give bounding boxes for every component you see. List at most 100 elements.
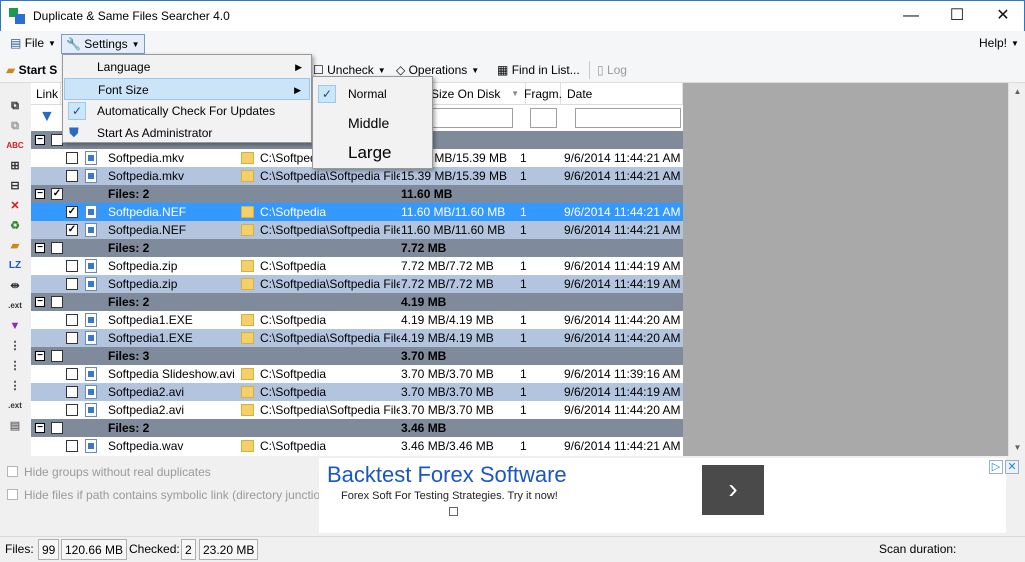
file-date: 9/6/2014 11:44:21 AM [564, 205, 681, 219]
split-icon[interactable]: ⇹ [6, 277, 24, 295]
date-filter-input[interactable] [575, 108, 681, 128]
ad-title[interactable]: Backtest Forex Software [327, 462, 567, 488]
group-checkbox[interactable] [51, 350, 63, 362]
column-icon[interactable]: ⋮ [6, 337, 24, 355]
move-folder-icon[interactable]: ▰ [6, 237, 24, 255]
scroll-up-icon[interactable]: ▲ [1009, 83, 1025, 100]
fragm-filter-input[interactable] [530, 108, 557, 128]
find-in-list-button[interactable]: ▦ Find in List... [497, 61, 580, 79]
col-fragm-header[interactable]: Fragm. [519, 83, 562, 105]
file-row[interactable]: ✓ Softpedia.NEF C:\Softpedia 11.60 MB/11.60… [31, 203, 683, 221]
size-filter-input[interactable] [431, 108, 513, 128]
file-path: C:\Softpedia [260, 313, 327, 327]
file-checkbox[interactable] [66, 260, 78, 272]
column2-icon[interactable]: ⋮ [6, 357, 24, 375]
file-row[interactable]: Softpedia.wav C:\Softpedia 3.46 MB/3.46 MB… [31, 437, 683, 455]
column3-icon[interactable]: ⋮ [6, 377, 24, 395]
ad-content[interactable]: Backtest Forex Software Forex Soft For T… [319, 458, 1006, 533]
folder-icon [241, 386, 254, 398]
menu-settings[interactable]: 🔧 Settings ▼ [61, 34, 145, 54]
font-size-large[interactable]: Large [314, 138, 431, 168]
group-row[interactable]: − Files: 2 3.46 MB [31, 419, 683, 437]
file-row[interactable]: Softpedia.zip C:\Softpedia\Softpedia File… [31, 275, 683, 293]
group-checkbox[interactable]: ✓ [51, 188, 63, 200]
file-checkbox[interactable] [66, 170, 78, 182]
file-size: 15.39 MB/15.39 MB [401, 169, 508, 183]
collapse-icon[interactable]: − [35, 243, 45, 253]
menu-auto-check-updates[interactable]: ✓ Automatically Check For Updates [64, 100, 310, 122]
file-row[interactable]: Softpedia1.EXE C:\Softpedia\Softpedia Fil… [31, 329, 683, 347]
export-icon[interactable]: ▤ [6, 417, 24, 435]
collapse-icon[interactable]: − [35, 189, 45, 199]
file-row[interactable]: Softpedia1.EXE C:\Softpedia 4.19 MB/4.19 M… [31, 311, 683, 329]
file-checkbox[interactable] [66, 278, 78, 290]
close-button[interactable]: ✕ [980, 1, 1025, 31]
menu-help[interactable]: Help! ▼ [975, 34, 1023, 54]
group-checkbox[interactable] [51, 296, 63, 308]
copy-icon[interactable]: ⧉ [6, 97, 24, 115]
file-checkbox[interactable] [66, 368, 78, 380]
submenu-arrow-icon: ▶ [295, 62, 302, 72]
ext2-icon[interactable]: .ext [6, 397, 24, 415]
group-row[interactable]: − Files: 2 7.72 MB [31, 239, 683, 257]
hide-symlink-option[interactable]: Hide files if path contains symbolic lin… [7, 488, 331, 504]
font-size-normal[interactable]: ✓ Normal [314, 80, 431, 108]
file-row[interactable]: Softpedia.mkv C:\Softpedia\Softpedia File… [31, 167, 683, 185]
delete-icon[interactable]: ✕ [6, 197, 24, 215]
group-row[interactable]: − ✓ Files: 2 11.60 MB [31, 185, 683, 203]
ad-arrow-button[interactable]: › [702, 465, 764, 515]
recycle-icon[interactable]: ♻ [6, 217, 24, 235]
file-row[interactable]: Softpedia2.avi C:\Softpedia 3.70 MB/3.70 M… [31, 383, 683, 401]
menu-start-as-admin[interactable]: ⛊ Start As Administrator [64, 122, 310, 144]
menu-file[interactable]: ▤ File ▼ [6, 34, 60, 54]
file-row[interactable]: Softpedia Slideshow.avi C:\Softpedia 3.70 … [31, 365, 683, 383]
filter-funnel-icon[interactable]: ▼ [39, 108, 55, 126]
hide-symlink-checkbox[interactable] [7, 489, 18, 500]
copy-disabled-icon[interactable]: ⧉ [6, 117, 24, 135]
file-checkbox[interactable]: ✓ [66, 224, 78, 236]
file-row[interactable]: ✓ Softpedia.NEF C:\Softpedia\Softpedia Fil… [31, 221, 683, 239]
hide-groups-checkbox[interactable] [7, 466, 18, 477]
compare-icon[interactable]: ⊞ [6, 157, 24, 175]
file-checkbox[interactable] [66, 440, 78, 452]
collapse-icon[interactable]: − [35, 135, 45, 145]
file-size: 7.72 MB/7.72 MB [401, 259, 494, 273]
menu-language[interactable]: Language ▶ [64, 56, 310, 78]
menu-font-size[interactable]: Font Size ▶ [64, 78, 310, 100]
tree-icon[interactable]: ⊟ [6, 177, 24, 195]
lz-icon[interactable]: LZ [6, 257, 24, 275]
maximize-button[interactable]: ☐ [934, 1, 980, 31]
group-row[interactable]: − Files: 3 3.70 MB [31, 347, 683, 365]
file-row[interactable]: Softpedia2.avi C:\Softpedia\Softpedia Fil… [31, 401, 683, 419]
group-checkbox[interactable] [51, 242, 63, 254]
col-size-header[interactable]: Size On Disk ▼ [426, 83, 526, 105]
group-row[interactable]: − Files: 2 4.19 MB [31, 293, 683, 311]
start-search-label: Start S [18, 63, 58, 77]
font-size-middle[interactable]: Middle [314, 109, 431, 137]
ad-choices-icon[interactable]: ▷ [989, 460, 1003, 474]
filter-icon[interactable]: ▼ [6, 317, 24, 335]
file-checkbox[interactable] [66, 332, 78, 344]
group-checkbox[interactable] [51, 422, 63, 434]
col-date-header[interactable]: Date [562, 83, 683, 105]
log-button[interactable]: ▯ Log [597, 61, 627, 79]
collapse-icon[interactable]: − [35, 423, 45, 433]
scroll-down-icon[interactable]: ▼ [1009, 439, 1025, 456]
ad-close-icon[interactable]: ✕ [1005, 460, 1019, 474]
col-link-header[interactable]: Link [31, 83, 61, 105]
start-search-button[interactable]: ▰ Start S [6, 61, 57, 79]
vertical-scrollbar[interactable]: ▲ ▼ [1008, 83, 1025, 456]
file-checkbox[interactable] [66, 152, 78, 164]
hide-groups-option[interactable]: Hide groups without real duplicates [7, 465, 211, 481]
ext-icon[interactable]: .ext [6, 297, 24, 315]
abc-icon[interactable]: ABC [6, 137, 24, 155]
collapse-icon[interactable]: − [35, 297, 45, 307]
minimize-button[interactable]: — [888, 1, 934, 31]
collapse-icon[interactable]: − [35, 351, 45, 361]
group-label: Files: 3 [108, 349, 150, 363]
file-checkbox[interactable] [66, 314, 78, 326]
file-checkbox[interactable] [66, 386, 78, 398]
file-checkbox[interactable] [66, 404, 78, 416]
file-row[interactable]: Softpedia.zip C:\Softpedia 7.72 MB/7.72 MB… [31, 257, 683, 275]
file-checkbox[interactable]: ✓ [66, 206, 78, 218]
